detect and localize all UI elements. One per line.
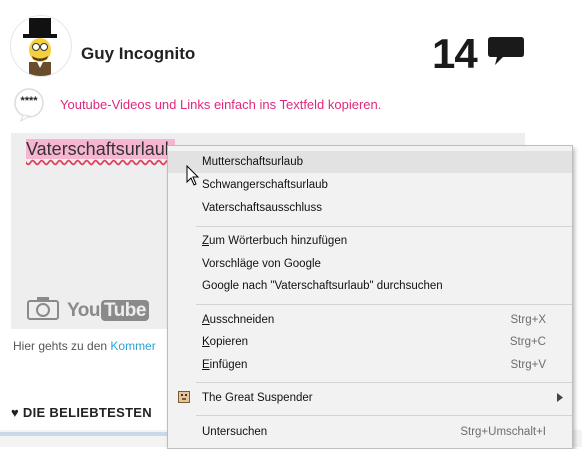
menu-divider bbox=[196, 415, 572, 416]
footer-text: Hier gehts zu den Kommer bbox=[13, 339, 156, 353]
menu-divider bbox=[196, 304, 572, 305]
menu-item-inspect[interactable]: Untersuchen Strg+Umschalt+I bbox=[168, 421, 572, 443]
menu-item-add-to-dictionary[interactable]: Zum Wörterbuch hinzufügen bbox=[168, 230, 572, 252]
youtube-button[interactable]: You Tube bbox=[67, 300, 149, 322]
menu-item-google-suggestions[interactable]: Vorschläge von Google bbox=[168, 253, 572, 275]
menu-item-suggestion-3[interactable]: Vaterschaftsausschluss bbox=[168, 197, 572, 219]
menu-item-suggestion-1[interactable]: Mutterschaftsurlaub bbox=[168, 151, 572, 173]
youtube-word: You bbox=[67, 300, 100, 321]
menu-item-copy[interactable]: Kopieren Strg+C bbox=[168, 331, 572, 353]
menu-item-google-search[interactable]: Google nach "Vaterschaftsurlaub" durchsu… bbox=[168, 275, 572, 297]
username[interactable]: Guy Incognito bbox=[81, 44, 195, 64]
menu-item-great-suspender[interactable]: The Great Suspender bbox=[168, 387, 572, 409]
popular-heading: ♥ DIE BELIEBTESTEN bbox=[11, 405, 152, 420]
avatar[interactable] bbox=[11, 16, 71, 76]
comment-count: 14 bbox=[432, 30, 478, 77]
editor-value: Vaterschaftsurlaub bbox=[26, 139, 175, 159]
cartoon-avatar-icon bbox=[23, 18, 57, 76]
camera-icon[interactable] bbox=[27, 296, 59, 320]
masked-user-label: **** bbox=[20, 95, 38, 107]
menu-divider bbox=[196, 226, 572, 227]
footer-prefix: Hier gehts zu den bbox=[13, 339, 111, 353]
menu-item-suggestion-2[interactable]: Schwangerschaftsurlaub bbox=[168, 174, 572, 196]
menu-item-paste[interactable]: Einfügen Strg+V bbox=[168, 354, 572, 376]
misspelled-word[interactable]: Vaterschaftsurlaub bbox=[26, 139, 175, 160]
mouse-cursor-icon bbox=[186, 165, 200, 186]
context-menu: Mutterschaftsurlaub Schwangerschaftsurla… bbox=[167, 145, 573, 449]
great-suspender-icon bbox=[178, 391, 190, 403]
submenu-arrow-icon bbox=[557, 393, 563, 402]
speech-bubble-icon bbox=[488, 37, 524, 65]
hint-text: Youtube-Videos und Links einfach ins Tex… bbox=[60, 97, 382, 112]
menu-item-cut[interactable]: Ausschneiden Strg+X bbox=[168, 309, 572, 331]
comments-link[interactable]: Kommer bbox=[110, 339, 155, 353]
youtube-tube: Tube bbox=[100, 300, 149, 321]
menu-divider bbox=[196, 382, 572, 383]
